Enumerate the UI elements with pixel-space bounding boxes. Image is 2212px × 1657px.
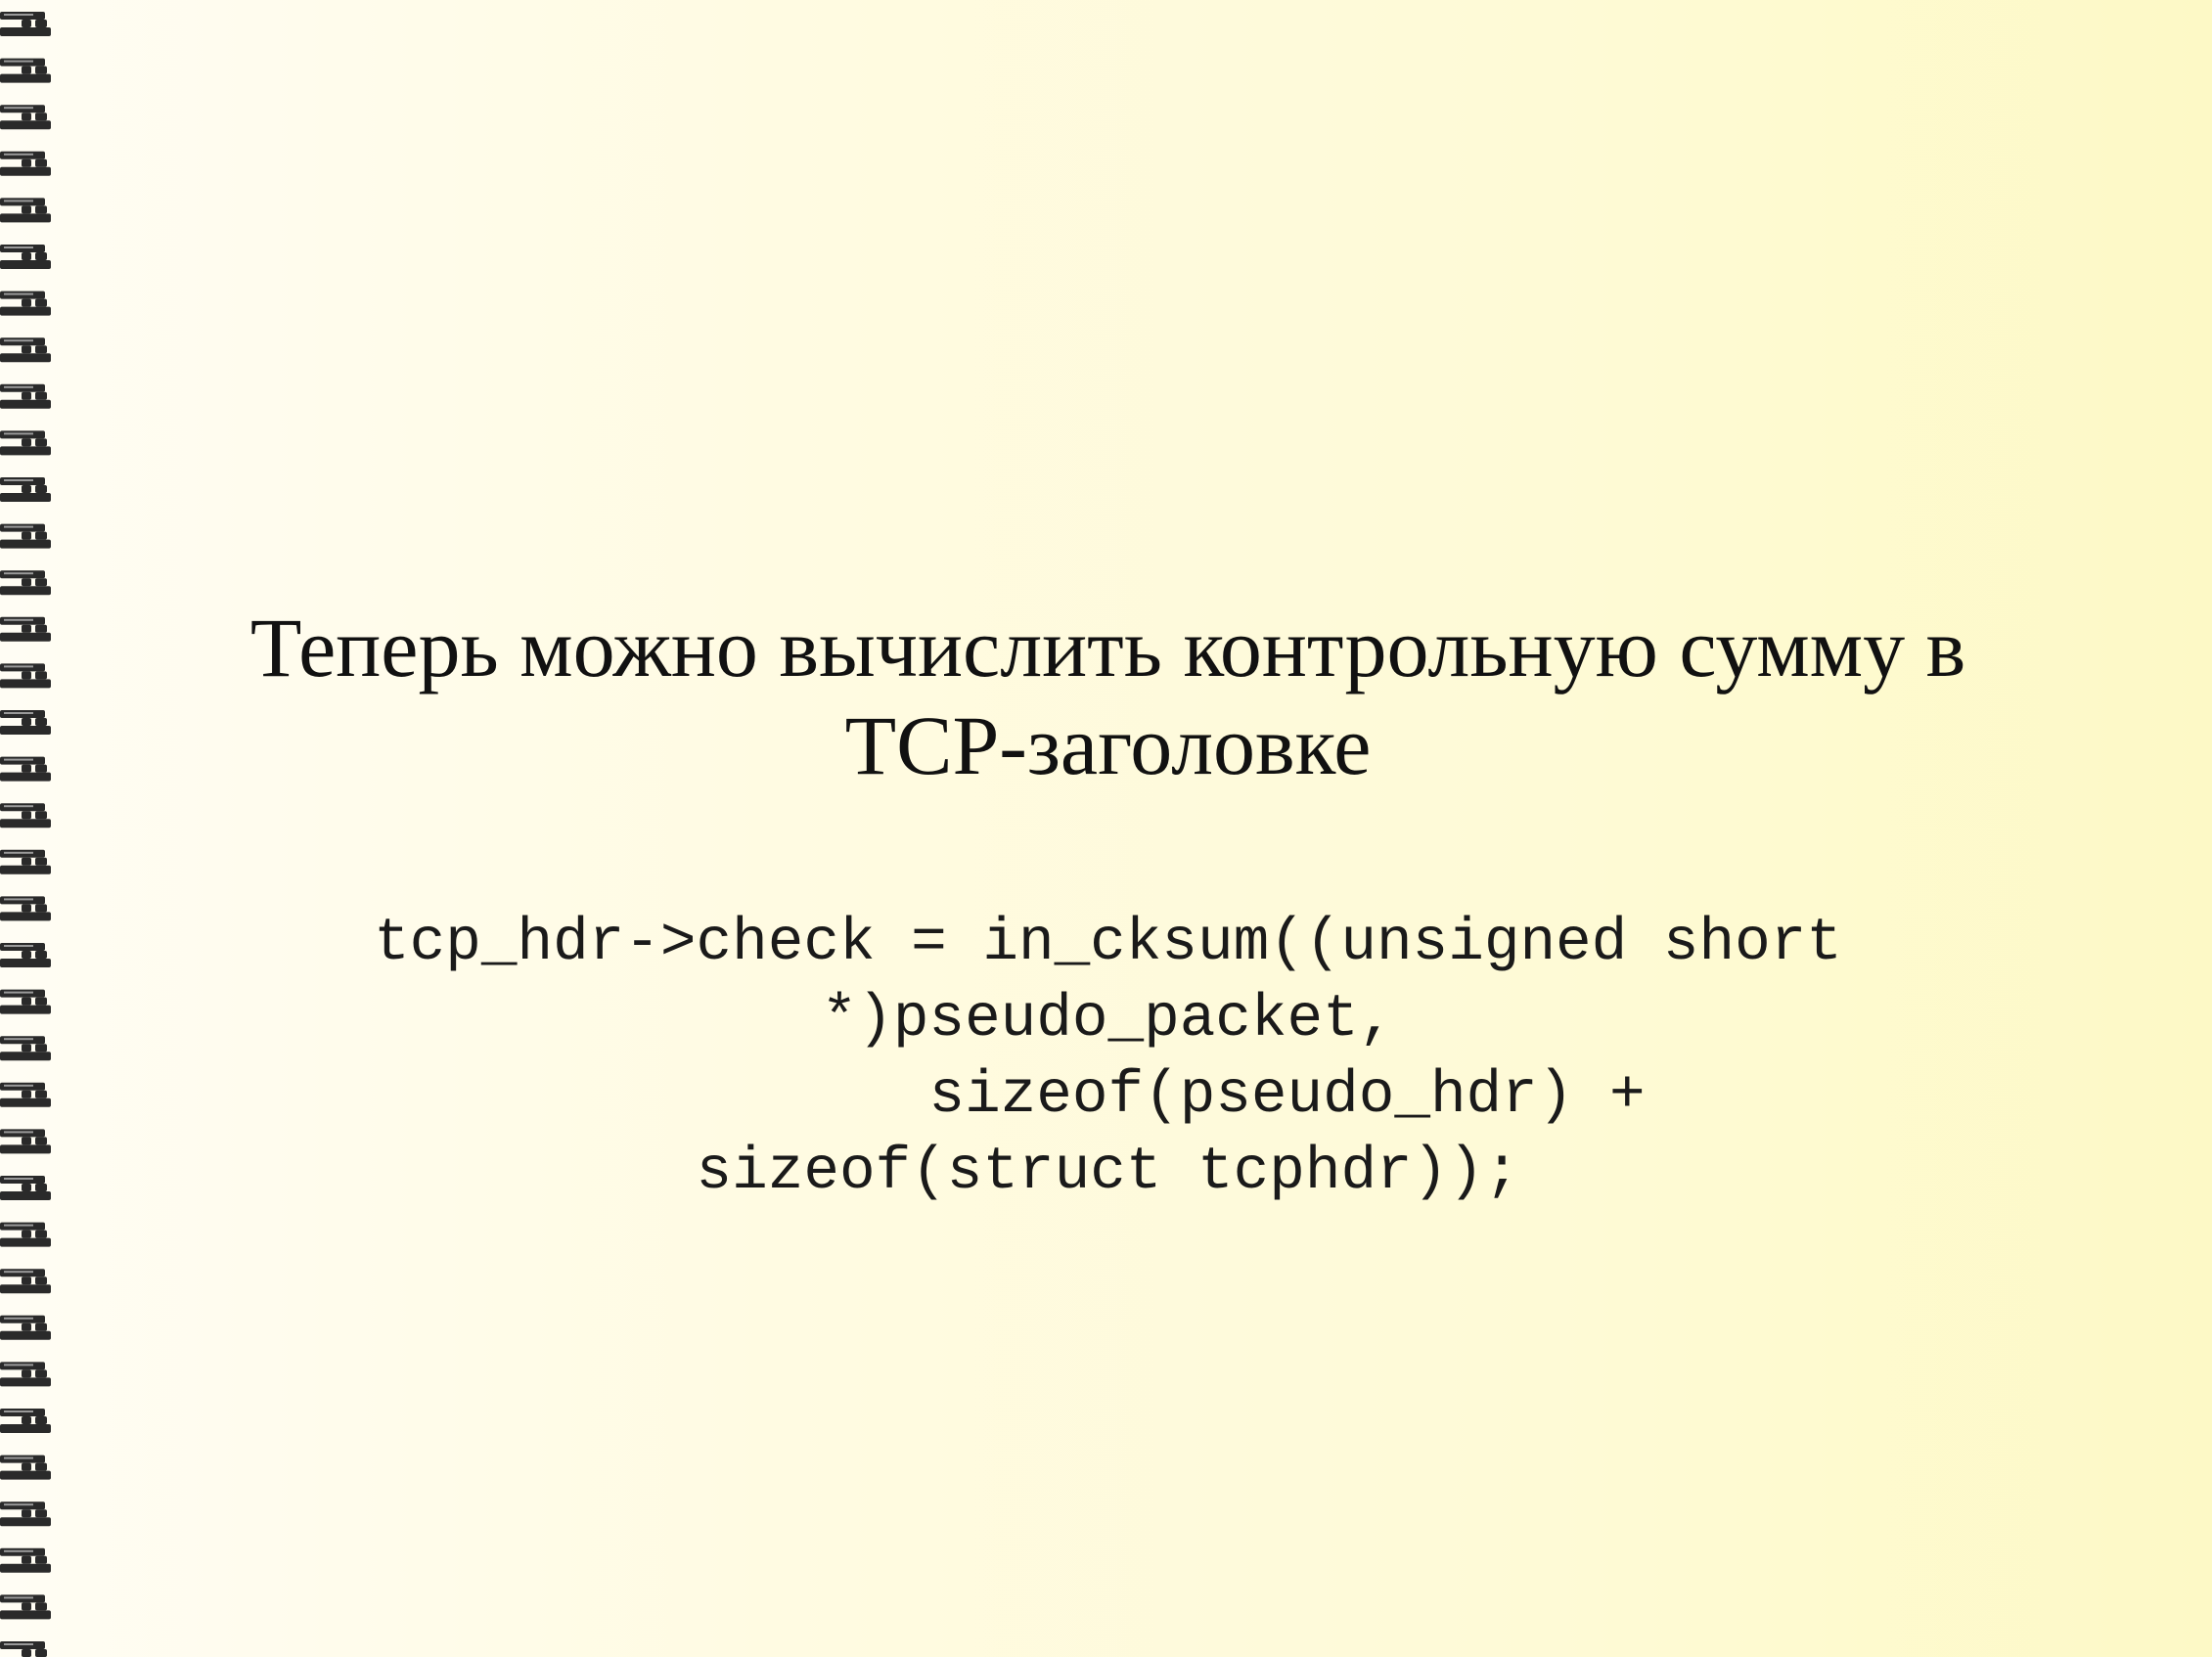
binding-ring — [0, 1594, 51, 1620]
binding-ring — [0, 58, 51, 83]
binding-ring — [0, 383, 51, 409]
binding-ring — [0, 291, 51, 316]
binding-ring — [0, 989, 51, 1014]
binding-ring — [0, 756, 51, 782]
binding-ring — [0, 337, 51, 363]
binding-ring — [0, 523, 51, 549]
binding-ring — [0, 849, 51, 874]
binding-ring — [0, 896, 51, 921]
binding-ring — [0, 477, 51, 502]
binding-ring — [0, 105, 51, 130]
binding-ring — [0, 616, 51, 642]
title-line-1: Теперь можно вычислить контрольную сумму… — [249, 601, 1966, 694]
binding-ring — [0, 1501, 51, 1527]
binding-ring — [0, 1269, 51, 1294]
spiral-binding-icon — [0, 12, 51, 1657]
binding-ring — [0, 1315, 51, 1340]
binding-ring — [0, 1222, 51, 1247]
binding-ring — [0, 1082, 51, 1107]
title-line-2: TCP-заголовке — [844, 698, 1372, 792]
binding-ring — [0, 245, 51, 269]
binding-ring — [0, 1547, 51, 1573]
binding-ring — [0, 1409, 51, 1433]
binding-ring — [0, 1362, 51, 1387]
binding-ring — [0, 151, 51, 176]
slide-title: Теперь можно вычислить контрольную сумму… — [147, 599, 2069, 794]
code-block: tcp_hdr->check = in_cksum((unsigned shor… — [147, 906, 2069, 1211]
binding-ring — [0, 1641, 47, 1657]
binding-ring — [0, 1129, 51, 1154]
binding-ring — [0, 710, 51, 735]
binding-ring — [0, 943, 51, 967]
code-line-1: tcp_hdr->check = in_cksum((unsigned shor… — [374, 910, 1842, 977]
binding-ring — [0, 12, 51, 36]
binding-ring — [0, 1455, 51, 1480]
code-line-3: sizeof(pseudo_hdr) + — [570, 1062, 1646, 1130]
binding-ring — [0, 1176, 51, 1200]
binding-ring — [0, 198, 51, 223]
slide: Теперь можно вычислить контрольную сумму… — [0, 0, 2212, 1657]
slide-content: Теперь можно вычислить контрольную сумму… — [147, 599, 2069, 1211]
code-line-4: sizeof(struct tcphdr)); — [696, 1139, 1520, 1206]
binding-ring — [0, 803, 51, 828]
binding-ring — [0, 663, 51, 689]
binding-ring — [0, 1036, 51, 1061]
code-line-2: *)pseudo_packet, — [821, 986, 1395, 1053]
binding-ring — [0, 570, 51, 596]
binding-ring — [0, 430, 51, 456]
